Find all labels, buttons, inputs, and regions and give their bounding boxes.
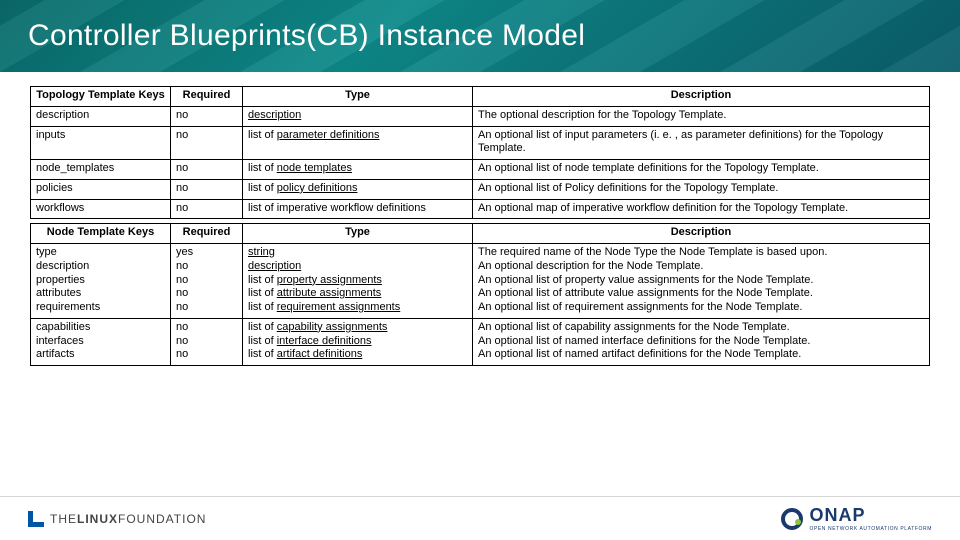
type-link[interactable]: description xyxy=(248,260,301,272)
table-header-row: Node Template Keys Required Type Descrip… xyxy=(31,224,930,244)
cell-type: list of node templates xyxy=(243,160,473,180)
title-bar: Controller Blueprints(CB) Instance Model xyxy=(0,0,960,72)
cell-type: list of capability assignmentslist of in… xyxy=(243,318,473,365)
cell-description: An optional map of imperative workflow d… xyxy=(473,199,930,219)
cell-description: An optional list of input parameters (i.… xyxy=(473,126,930,160)
type-link[interactable]: artifact definitions xyxy=(277,348,363,360)
col-type: Type xyxy=(243,224,473,244)
cell-type: list of policy definitions xyxy=(243,179,473,199)
linux-foundation-icon xyxy=(28,511,44,527)
table-row: inputsnolist of parameter definitionsAn … xyxy=(31,126,930,160)
cell-required: no xyxy=(171,199,243,219)
col-key: Topology Template Keys xyxy=(31,87,171,107)
linux-foundation-text: THELINUXFOUNDATION xyxy=(50,512,206,526)
type-link[interactable]: policy definitions xyxy=(277,182,358,194)
table-row: workflowsnolist of imperative workflow d… xyxy=(31,199,930,219)
cell-required: nonono xyxy=(171,318,243,365)
type-link[interactable]: attribute assignments xyxy=(277,287,382,299)
onap-text: ONAP xyxy=(809,505,932,526)
col-type: Type xyxy=(243,87,473,107)
cell-description: An optional list of capability assignmen… xyxy=(473,318,930,365)
cell-description: An optional list of Policy definitions f… xyxy=(473,179,930,199)
cell-required: no xyxy=(171,106,243,126)
cell-key: capabilitiesinterfacesartifacts xyxy=(31,318,171,365)
cell-description: The optional description for the Topolog… xyxy=(473,106,930,126)
table-row: node_templatesnolist of node templatesAn… xyxy=(31,160,930,180)
cell-key: typedescriptionpropertiesattributesrequi… xyxy=(31,244,171,319)
cell-key: inputs xyxy=(31,126,171,160)
type-link[interactable]: description xyxy=(248,109,301,121)
table-row: typedescriptionpropertiesattributesrequi… xyxy=(31,244,930,319)
cell-required: no xyxy=(171,160,243,180)
footer: THELINUXFOUNDATION ONAP OPEN NETWORK AUT… xyxy=(0,496,960,540)
col-desc: Description xyxy=(473,87,930,107)
node-template-table: Node Template Keys Required Type Descrip… xyxy=(30,223,930,366)
type-link[interactable]: property assignments xyxy=(277,274,382,286)
cell-type: description xyxy=(243,106,473,126)
type-link[interactable]: interface definitions xyxy=(277,335,372,347)
type-link[interactable]: parameter definitions xyxy=(277,129,380,141)
type-link[interactable]: node templates xyxy=(277,162,352,174)
cell-description: An optional list of node template defini… xyxy=(473,160,930,180)
col-key: Node Template Keys xyxy=(31,224,171,244)
content-area: Topology Template Keys Required Type Des… xyxy=(0,72,960,366)
cell-required: no xyxy=(171,179,243,199)
table-row: capabilitiesinterfacesartifactsnononolis… xyxy=(31,318,930,365)
col-req: Required xyxy=(171,224,243,244)
cell-required: no xyxy=(171,126,243,160)
type-link[interactable]: string xyxy=(248,246,275,258)
cell-key: policies xyxy=(31,179,171,199)
page-title: Controller Blueprints(CB) Instance Model xyxy=(0,19,585,53)
table-header-row: Topology Template Keys Required Type Des… xyxy=(31,87,930,107)
cell-description: The required name of the Node Type the N… xyxy=(473,244,930,319)
cell-key: node_templates xyxy=(31,160,171,180)
table-row: descriptionnodescriptionThe optional des… xyxy=(31,106,930,126)
col-req: Required xyxy=(171,87,243,107)
onap-icon xyxy=(781,508,803,530)
cell-required: yesnononono xyxy=(171,244,243,319)
type-link[interactable]: capability assignments xyxy=(277,321,388,333)
col-desc: Description xyxy=(473,224,930,244)
type-link[interactable]: requirement assignments xyxy=(277,301,401,313)
cell-key: workflows xyxy=(31,199,171,219)
onap-subtext: OPEN NETWORK AUTOMATION PLATFORM xyxy=(809,526,932,532)
cell-type: stringdescriptionlist of property assign… xyxy=(243,244,473,319)
table-row: policiesnolist of policy definitionsAn o… xyxy=(31,179,930,199)
linux-foundation-logo: THELINUXFOUNDATION xyxy=(28,511,206,527)
topology-template-table: Topology Template Keys Required Type Des… xyxy=(30,86,930,219)
cell-type: list of imperative workflow definitions xyxy=(243,199,473,219)
cell-type: list of parameter definitions xyxy=(243,126,473,160)
cell-key: description xyxy=(31,106,171,126)
onap-logo: ONAP OPEN NETWORK AUTOMATION PLATFORM xyxy=(781,505,932,532)
